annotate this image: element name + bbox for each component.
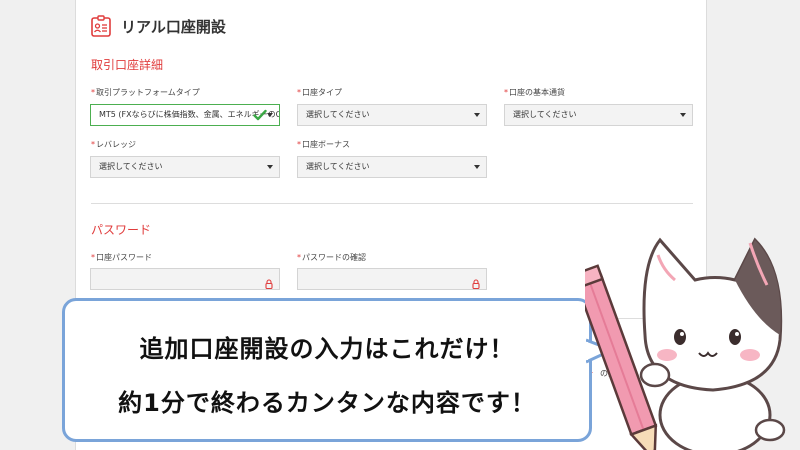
speech-bubble: 追加口座開設の入力はこれだけ！ 約1分で終わるカンタンな内容です！ xyxy=(62,298,592,442)
chevron-down-icon xyxy=(474,165,480,169)
page-title: リアル口座開設 xyxy=(121,17,226,36)
section-title-password: パスワード xyxy=(91,223,152,237)
account-type-label: *口座タイプ xyxy=(297,87,342,98)
required-mark: * xyxy=(297,253,301,262)
password-confirm-label-text: パスワードの確認 xyxy=(302,253,366,262)
cat-mascot-illustration xyxy=(585,237,786,450)
bonus-select[interactable]: 選択してください xyxy=(297,156,487,178)
leverage-label: *レバレッジ xyxy=(91,139,136,150)
platform-select[interactable]: MT5 (FXならびに株価指数、金属、エネルギーのC xyxy=(90,104,280,126)
chevron-down-icon xyxy=(680,113,686,117)
leverage-select-value: 選択してください xyxy=(99,162,163,171)
base-currency-label-text: 口座の基本通貨 xyxy=(509,88,565,97)
password-input[interactable] xyxy=(90,268,280,290)
required-mark: * xyxy=(297,140,301,149)
chevron-down-icon xyxy=(474,113,480,117)
account-type-select-value: 選択してください xyxy=(306,110,370,119)
section-title-account-details: 取引口座詳細 xyxy=(91,58,164,72)
bonus-select-value: 選択してください xyxy=(306,162,370,171)
account-type-label-text: 口座タイプ xyxy=(302,88,342,97)
bonus-label-text: 口座ボーナス xyxy=(302,140,350,149)
section-divider xyxy=(91,203,693,204)
required-mark: * xyxy=(297,88,301,97)
bubble-line-2: 約1分で終わるカンタンな内容です！ xyxy=(118,389,536,417)
base-currency-label: *口座の基本通貨 xyxy=(504,87,565,98)
required-mark: * xyxy=(91,253,95,262)
page-header: リアル口座開設 xyxy=(91,15,226,37)
id-card-icon xyxy=(91,15,111,37)
required-mark: * xyxy=(91,88,95,97)
password-confirm-input[interactable] xyxy=(297,268,487,290)
account-type-select[interactable]: 選択してください xyxy=(297,104,487,126)
lock-icon xyxy=(265,274,273,290)
platform-label: *取引プラットフォームタイプ xyxy=(91,87,200,98)
password-confirm-label: *パスワードの確認 xyxy=(297,252,366,263)
required-mark: * xyxy=(91,140,95,149)
bonus-label: *口座ボーナス xyxy=(297,139,350,150)
chevron-down-icon xyxy=(267,113,273,117)
leverage-select[interactable]: 選択してください xyxy=(90,156,280,178)
required-mark: * xyxy=(504,88,508,97)
base-currency-select-value: 選択してください xyxy=(513,110,577,119)
leverage-label-text: レバレッジ xyxy=(96,140,136,149)
bubble-line-1: 追加口座開設の入力はこれだけ！ xyxy=(139,335,515,363)
platform-label-text: 取引プラットフォームタイプ xyxy=(96,88,200,97)
lock-icon xyxy=(472,274,480,290)
password-label: *口座パスワード xyxy=(91,252,152,263)
checkmark-icon xyxy=(253,108,267,122)
password-label-text: 口座パスワード xyxy=(96,253,152,262)
chevron-down-icon xyxy=(267,165,273,169)
base-currency-select[interactable]: 選択してください xyxy=(504,104,693,126)
